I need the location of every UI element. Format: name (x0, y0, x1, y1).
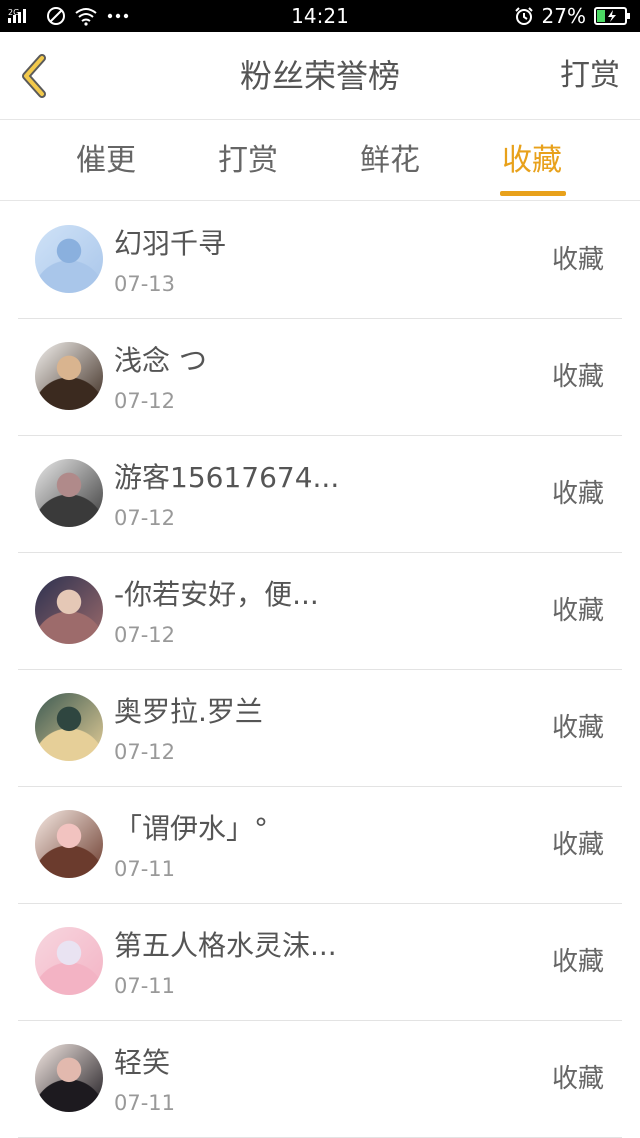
list-item[interactable]: 浅念 つ 07-12 收藏 (18, 319, 622, 436)
fan-action-label: 收藏 (551, 362, 604, 392)
fan-date: 07-11 (114, 1091, 176, 1115)
list-item[interactable]: -你若安好，便... 07-12 收藏 (18, 553, 622, 670)
list-item[interactable]: 轻笑 07-11 收藏 (18, 1021, 622, 1138)
list-item[interactable]: 奥罗拉.罗兰 07-12 收藏 (18, 670, 622, 787)
fan-action-label: 收藏 (551, 596, 604, 626)
fan-name: 浅念 つ (114, 344, 207, 377)
fan-action-label: 收藏 (551, 1064, 604, 1094)
page-title: 粉丝荣誉榜 (239, 57, 400, 95)
fan-date: 07-11 (114, 974, 176, 998)
status-right-icons: 27% (514, 0, 632, 32)
alarm-icon (514, 6, 534, 26)
fan-action-label: 收藏 (551, 479, 604, 509)
fan-action-label: 收藏 (551, 947, 604, 977)
fan-name: 游客15617674... (114, 461, 340, 494)
battery-percent: 27% (541, 4, 586, 28)
fan-name: -你若安好，便... (114, 578, 319, 611)
fan-list: 幻羽千寻 07-13 收藏 浅念 つ 07-12 收藏 游客15617674... 07-12… (0, 202, 640, 1138)
avatar[interactable] (35, 459, 103, 527)
fan-date: 07-12 (114, 740, 176, 764)
fan-name: 第五人格水灵沫... (114, 929, 337, 962)
header: 粉丝荣誉榜 打赏 (0, 32, 640, 120)
status-bar: 2G 14:21 27% (0, 0, 640, 32)
tab-reward[interactable]: 打赏 (208, 121, 288, 201)
list-item[interactable]: 幻羽千寻 07-13 收藏 (18, 202, 622, 319)
fan-date: 07-12 (114, 623, 176, 647)
fan-date: 07-12 (114, 506, 176, 530)
list-item[interactable]: 游客15617674... 07-12 收藏 (18, 436, 622, 553)
fan-action-label: 收藏 (551, 713, 604, 743)
avatar[interactable] (35, 576, 103, 644)
fan-name: 「谓伊水」° (114, 812, 269, 845)
reward-button[interactable]: 打赏 (560, 32, 620, 120)
avatar[interactable] (35, 1044, 103, 1112)
avatar[interactable] (35, 810, 103, 878)
fan-date: 07-12 (114, 389, 176, 413)
fan-date: 07-13 (114, 272, 176, 296)
fan-name: 幻羽千寻 (114, 227, 227, 260)
fan-action-label: 收藏 (551, 830, 604, 860)
fan-name: 奥罗拉.罗兰 (114, 695, 263, 728)
avatar[interactable] (35, 342, 103, 410)
tab-favorites[interactable]: 收藏 (492, 121, 572, 201)
avatar[interactable] (35, 693, 103, 761)
tab-bar: 催更 打赏 鲜花 收藏 (0, 121, 640, 201)
tab-urge[interactable]: 催更 (66, 121, 146, 201)
battery-charging-icon (594, 6, 632, 26)
avatar[interactable] (35, 927, 103, 995)
fan-date: 07-11 (114, 857, 176, 881)
avatar[interactable] (35, 225, 103, 293)
list-item[interactable]: 「谓伊水」° 07-11 收藏 (18, 787, 622, 904)
tab-flowers[interactable]: 鲜花 (350, 121, 430, 201)
fan-name: 轻笑 (114, 1046, 171, 1079)
active-tab-indicator (500, 191, 566, 196)
fan-action-label: 收藏 (551, 245, 604, 275)
list-item[interactable]: 第五人格水灵沫... 07-11 收藏 (18, 904, 622, 1021)
